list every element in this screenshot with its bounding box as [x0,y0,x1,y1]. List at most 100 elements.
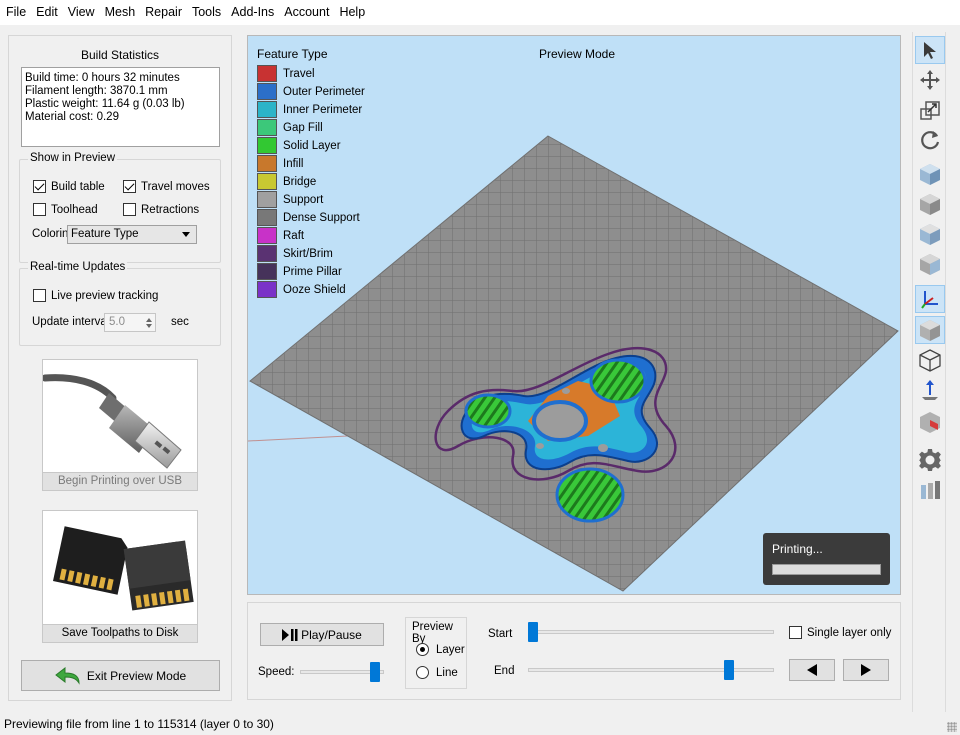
menu-file[interactable]: File [2,0,30,25]
chevron-down-icon [182,232,190,237]
start-layer-slider[interactable] [528,621,774,643]
end-slider-track [528,668,774,672]
cube-wireframe-icon [919,349,941,372]
spin-down-icon[interactable] [146,324,152,328]
cross-section-button[interactable] [915,408,945,436]
select-tool-button[interactable] [915,36,945,64]
back-arrow-icon [54,666,80,685]
menu-tools[interactable]: Tools [188,0,225,25]
travel-moves-checkbox[interactable]: Travel moves [123,180,210,193]
legend-label: Gap Fill [283,121,323,134]
stat-build-time: Build time: 0 hours 32 minutes [25,72,180,84]
move-tool-button[interactable] [915,66,945,94]
usb-cable-icon [41,374,182,469]
menu-add-ins[interactable]: Add-Ins [227,0,278,25]
live-preview-checkbox[interactable]: Live preview tracking [33,289,158,302]
legend-swatch [257,281,277,298]
wireframe-view-button[interactable] [915,346,945,374]
exit-preview-mode-button[interactable]: Exit Preview Mode [21,660,220,691]
show-axes-button[interactable] [915,285,945,313]
build-statistics-title: Build Statistics [80,48,160,62]
end-label: End [494,665,515,677]
save-toolpaths-button[interactable]: Save Toolpaths to Disk [42,510,198,643]
play-pause-button[interactable]: Play/Pause [260,623,384,646]
settings-button[interactable] [915,446,945,474]
solid-view-button[interactable] [915,316,945,344]
spin-up-icon[interactable] [146,318,152,322]
layer-label: Layer [436,643,465,656]
begin-printing-usb-button[interactable]: Begin Printing over USB [41,359,198,491]
speed-slider[interactable] [300,661,384,683]
view-top-button[interactable] [915,220,945,248]
play-pause-icon [282,628,298,641]
toolhead-checkbox[interactable]: Toolhead [33,203,98,216]
menu-account[interactable]: Account [280,0,333,25]
realtime-updates-group: Real-time Updates Live preview tracking … [19,261,221,346]
save-toolpaths-label: Save Toolpaths to Disk [43,624,197,642]
legend-swatch [257,245,277,262]
exit-preview-mode-label: Exit Preview Mode [86,668,187,683]
legend-row-ooze-shield: Ooze Shield [257,281,346,298]
start-slider-thumb[interactable] [528,622,538,642]
preview-by-layer-radio[interactable]: Layer [416,643,465,656]
legend-row-travel: Travel [257,65,315,82]
toolhead-label: Toolhead [51,203,98,216]
preview-by-title: Preview By [412,621,453,645]
coloring-select[interactable]: Feature Type [67,225,197,244]
legend-row-gap-fill: Gap Fill [257,119,323,136]
legend-swatch [257,263,277,280]
view-iso-button[interactable] [915,160,945,188]
start-label: Start [488,628,513,640]
normals-view-button[interactable] [915,376,945,404]
menu-bar: File Edit View Mesh Repair Tools Add-Ins Accoun… [0,0,960,25]
menu-mesh[interactable]: Mesh [101,0,140,25]
menu-help[interactable]: Help [335,0,369,25]
speed-label: Speed: [258,666,295,678]
resize-grip-icon[interactable] [947,722,957,732]
printing-indicator: Printing... [763,533,890,585]
rotate-tool-button[interactable] [915,126,945,154]
update-interval-spinbox[interactable]: 5.0 [104,313,156,332]
scale-tool-button[interactable] [915,96,945,124]
preview-by-line-radio[interactable]: Line [416,666,458,679]
legend-row-solid-layer: Solid Layer [257,137,341,154]
printing-label: Printing... [772,542,823,556]
legend-row-prime-pillar: Prime Pillar [257,263,342,280]
legend-swatch [257,65,277,82]
end-slider-thumb[interactable] [724,660,734,680]
stat-filament-length: Filament length: 3870.1 mm [25,85,168,97]
next-layer-button[interactable] [843,659,889,681]
menu-edit[interactable]: Edit [32,0,62,25]
checkbox-box [33,289,46,302]
speed-slider-thumb[interactable] [370,662,380,682]
view-side-button[interactable] [915,250,945,278]
legend-swatch [257,191,277,208]
single-layer-checkbox[interactable]: Single layer only [789,626,891,639]
multi-part-button[interactable] [915,476,945,504]
build-table-label: Build table [51,180,105,193]
preview-viewport[interactable]: Feature Type Preview Mode Travel Outer Pe… [247,35,901,595]
travel-moves-label: Travel moves [141,180,210,193]
legend-swatch [257,155,277,172]
legend-label: Outer Perimeter [283,85,365,98]
axes-icon [921,291,938,309]
scale-icon [920,101,940,120]
menu-repair[interactable]: Repair [141,0,186,25]
preview-mode-title: Preview Mode [539,47,616,61]
previous-layer-button[interactable] [789,659,835,681]
start-slider-track [528,630,774,634]
cube-side-icon [920,254,940,275]
menu-view[interactable]: View [64,0,99,25]
build-table-checkbox[interactable]: Build table [33,180,105,193]
build-statistics-box: Build time: 0 hours 32 minutes Filament … [21,67,220,147]
single-layer-label: Single layer only [807,626,892,639]
radio-dot [416,666,429,679]
update-interval-unit: sec [171,316,189,328]
view-front-button[interactable] [915,190,945,218]
retractions-checkbox[interactable]: Retractions [123,203,199,216]
legend-swatch [257,209,277,226]
checkbox-box [33,180,46,193]
end-layer-slider[interactable] [528,659,774,681]
line-label: Line [436,666,458,679]
legend-label: Skirt/Brim [283,247,333,260]
